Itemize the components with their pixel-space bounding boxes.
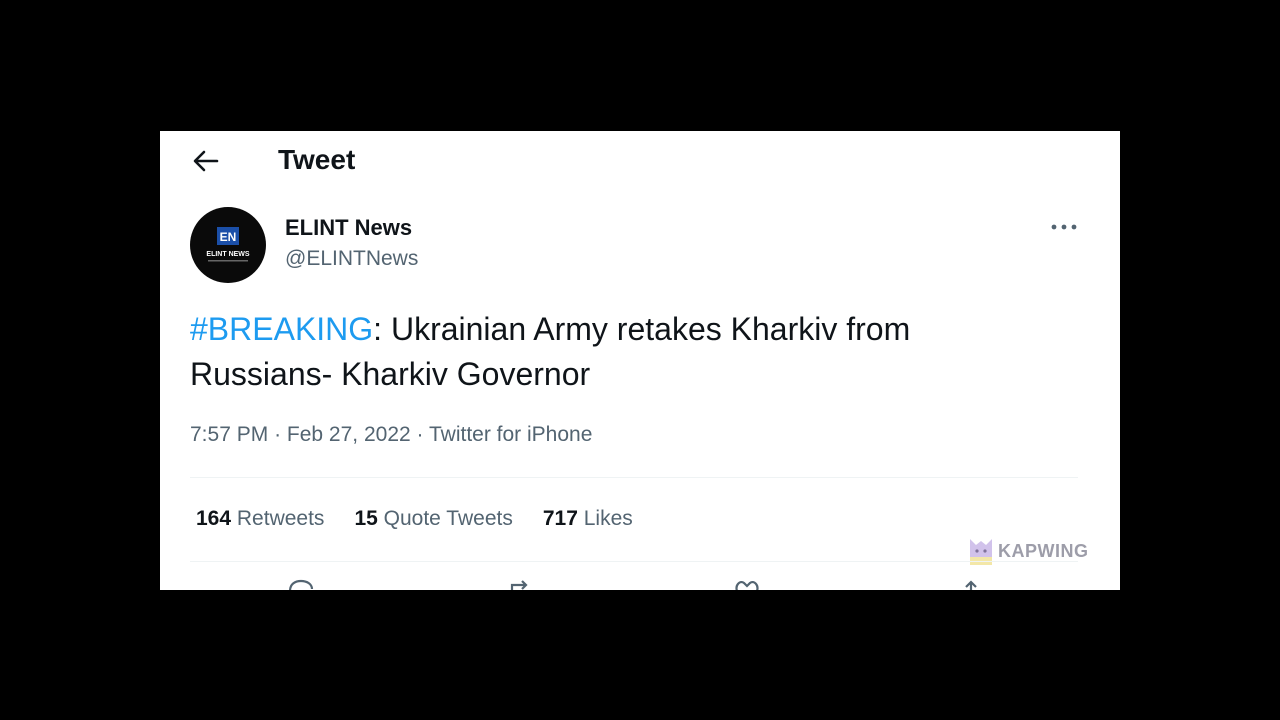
more-options-button[interactable] [1050, 217, 1078, 237]
author-name[interactable]: ELINT News [285, 215, 412, 241]
page-title: Tweet [278, 144, 356, 175]
retweet-icon [510, 580, 528, 590]
meta-separator: · [416, 423, 424, 446]
author-handle[interactable]: @ELINTNews [285, 247, 418, 271]
tweet-text: #BREAKING: Ukrainian Army retakes Kharki… [190, 307, 1050, 397]
retweets-stat[interactable]: 164 Retweets [196, 507, 324, 531]
reply-icon [288, 579, 314, 590]
more-horizontal-icon [1051, 224, 1077, 230]
tweet-time[interactable]: 7:57 PM [190, 423, 268, 446]
kapwing-logo-icon [970, 539, 992, 565]
quotes-count: 15 [354, 507, 378, 530]
tweet-date[interactable]: Feb 27, 2022 [287, 423, 411, 446]
quotes-label: Quote Tweets [383, 507, 513, 530]
avatar[interactable]: EN ELINT NEWS [190, 207, 266, 283]
avatar-initials: EN [220, 230, 237, 244]
likes-label: Likes [583, 507, 633, 530]
heart-icon [735, 581, 759, 590]
likes-stat[interactable]: 717 Likes [543, 507, 633, 531]
reply-button[interactable] [286, 577, 316, 590]
tweet-source[interactable]: Twitter for iPhone [429, 423, 592, 446]
share-button[interactable] [956, 577, 986, 590]
divider [190, 561, 1078, 562]
share-icon [965, 580, 977, 590]
retweets-label: Retweets [236, 507, 325, 530]
tweet-meta: 7:57 PM · Feb 27, 2022 · Twitter for iPh… [190, 423, 592, 447]
retweet-button[interactable] [506, 577, 536, 590]
retweets-count: 164 [196, 507, 232, 530]
likes-count: 717 [542, 507, 578, 530]
meta-separator: · [274, 423, 282, 446]
tweet-card: Tweet EN ELINT NEWS ELINT News @ELINTNew… [160, 131, 1120, 590]
engagement-stats: 164 Retweets 15 Quote Tweets 717 Likes [196, 507, 633, 531]
avatar-caption: ELINT NEWS [206, 251, 249, 258]
arrow-left-icon [193, 150, 219, 172]
watermark-text: KAPWING [998, 540, 1089, 561]
kapwing-watermark: KAPWING [968, 535, 1089, 567]
quote-tweets-stat[interactable]: 15 Quote Tweets [354, 507, 512, 531]
back-button[interactable] [190, 145, 222, 177]
tweet-actions [160, 577, 1120, 590]
divider [190, 477, 1078, 478]
hashtag-link[interactable]: #BREAKING [190, 311, 373, 347]
like-button[interactable] [732, 577, 762, 590]
